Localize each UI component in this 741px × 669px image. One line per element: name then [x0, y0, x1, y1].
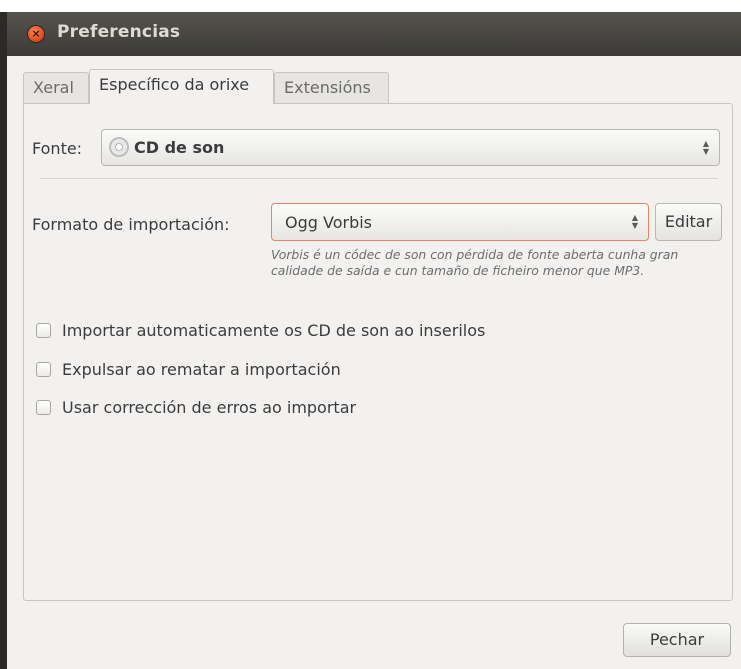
tab-panel: Fonte: CD de son ▲ ▼ Formato de importaci…	[23, 103, 733, 601]
error-correction-checkbox[interactable]	[36, 400, 51, 415]
screenshot: × Preferencias Xeral Específico da orixe…	[0, 0, 741, 669]
cd-icon	[109, 137, 129, 157]
source-label: Fonte:	[32, 139, 83, 158]
auto-import-label[interactable]: Importar automaticamente os CD de son ao…	[62, 320, 485, 342]
source-select-value: CD de son	[134, 138, 225, 157]
close-window-icon[interactable]: ×	[28, 26, 44, 42]
preferences-dialog: × Preferencias Xeral Específico da orixe…	[7, 12, 741, 669]
edit-format-button[interactable]: Editar	[655, 203, 722, 241]
window-title: Preferencias	[57, 22, 181, 42]
select-arrows-icon: ▲ ▼	[631, 213, 638, 230]
tab-extensions[interactable]: Extensións	[274, 72, 389, 104]
format-description: Vorbis é un códec de son con pérdida de …	[271, 247, 679, 278]
eject-label[interactable]: Expulsar ao rematar a importación	[62, 359, 341, 381]
left-window-border	[0, 0, 7, 669]
error-correction-label[interactable]: Usar corrección de erros ao importar	[62, 397, 356, 419]
separator	[40, 178, 718, 179]
top-background	[0, 0, 741, 12]
auto-import-checkbox[interactable]	[36, 323, 51, 338]
close-button[interactable]: Pechar	[623, 623, 731, 657]
tab-especifico-da-orixe[interactable]: Específico da orixe	[89, 69, 274, 104]
titlebar[interactable]: × Preferencias	[7, 12, 741, 56]
select-arrows-icon: ▲ ▼	[702, 138, 709, 156]
tab-xeral[interactable]: Xeral	[23, 72, 89, 104]
eject-checkbox[interactable]	[36, 362, 51, 377]
import-format-select-value: Ogg Vorbis	[285, 213, 372, 232]
import-format-select[interactable]: Ogg Vorbis ▲ ▼	[271, 203, 649, 241]
source-select[interactable]: CD de son ▲ ▼	[101, 129, 720, 166]
import-format-label: Formato de importación:	[32, 215, 230, 234]
